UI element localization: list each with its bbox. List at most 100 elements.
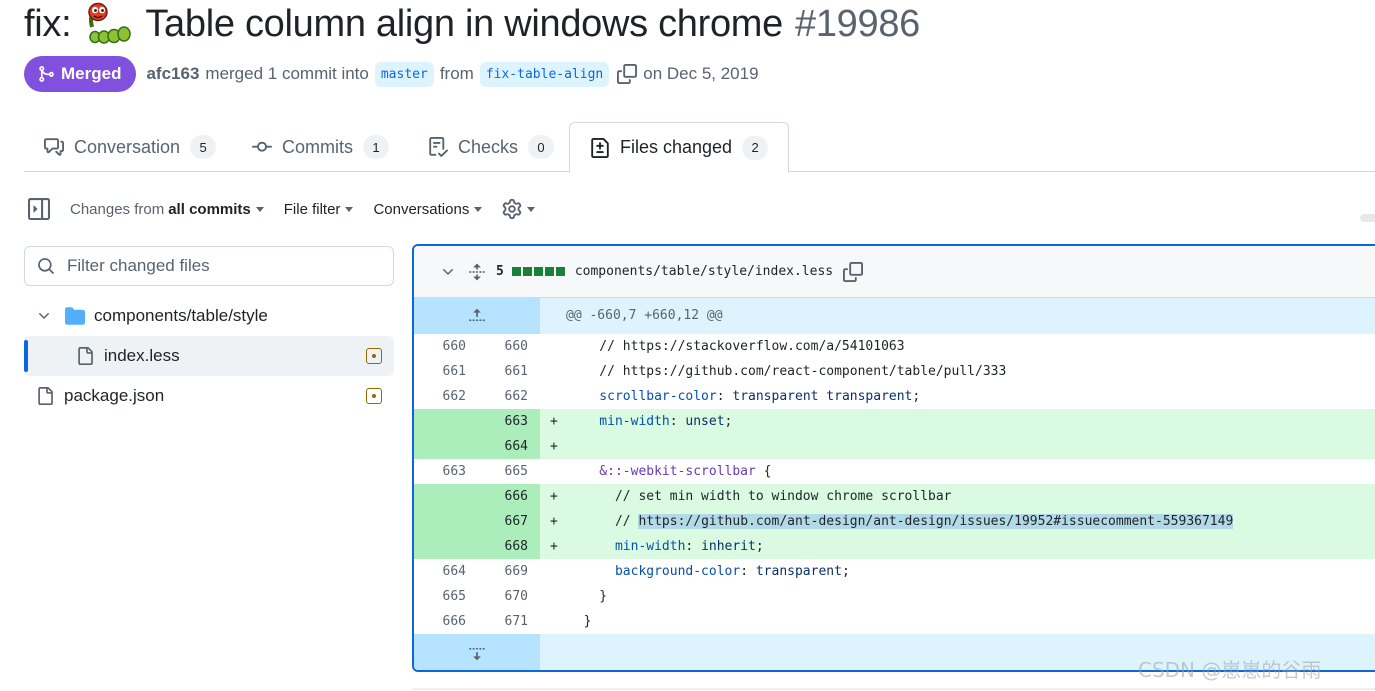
code-text: &::-webkit-scrollbar { <box>568 464 772 479</box>
diff-stat-blocks <box>511 267 567 276</box>
horizontal-scrollbar[interactable] <box>1360 214 1375 222</box>
new-line-number[interactable]: 665 <box>476 459 538 484</box>
new-line-number[interactable]: 670 <box>476 584 538 609</box>
code-text: // https://stackoverflow.com/a/54101063 <box>568 339 905 354</box>
copy-icon[interactable] <box>843 261 864 282</box>
conversations-label: Conversations <box>373 200 470 218</box>
watermark-text: CSDN @崽崽的谷雨 <box>1138 658 1322 682</box>
old-line-number[interactable]: 663 <box>414 459 476 484</box>
diff-line: 666 671 } <box>414 609 1375 634</box>
folder-icon <box>65 307 85 325</box>
conversations-dropdown[interactable]: Conversations <box>373 200 483 218</box>
new-line-number[interactable]: 664 <box>476 434 538 459</box>
tab-commits[interactable]: Commits 1 <box>252 122 389 172</box>
diff-line: 660 660 // https://stackoverflow.com/a/5… <box>414 334 1375 359</box>
author-link[interactable]: afc163 <box>146 64 199 84</box>
comment-discussion-icon <box>44 138 64 156</box>
head-branch-label[interactable]: fix-table-align <box>479 61 610 87</box>
new-line-number[interactable]: 663 <box>476 409 538 434</box>
tab-conversation-count: 5 <box>190 135 217 159</box>
new-line-number[interactable]: 666 <box>476 484 538 509</box>
file-modified-icon <box>366 348 382 364</box>
code-text: } <box>568 589 608 604</box>
selected-indicator <box>24 340 28 372</box>
old-line-number[interactable]: 660 <box>414 334 476 359</box>
fold-down-icon <box>469 647 485 661</box>
hunk-header-row: @@ -660,7 +660,12 @@ <box>414 298 1375 334</box>
file-icon <box>38 387 53 405</box>
changes-from-dropdown[interactable]: Changes from all commits <box>70 201 264 218</box>
gear-icon <box>503 199 522 219</box>
diff-line: 663 665 &::-webkit-scrollbar { <box>414 459 1375 484</box>
diff-line: 661 661 // https://github.com/react-comp… <box>414 359 1375 384</box>
code-text: // set min width to window chrome scroll… <box>568 489 952 504</box>
diff-settings-button[interactable] <box>502 199 536 219</box>
diff-line: 664 669 background-color: transparent; <box>414 559 1375 584</box>
tab-checks-label: Checks <box>458 136 519 157</box>
unfold-icon[interactable] <box>468 263 486 281</box>
diff-line-added: 663 + min-width: unset; <box>414 409 1375 434</box>
tab-checks[interactable]: Checks 0 <box>428 122 555 172</box>
pr-number: #19986 <box>795 2 921 45</box>
pr-title: fix: Table column align in windows chrom… <box>24 0 920 48</box>
search-icon <box>38 258 54 274</box>
toggle-file-tree-button[interactable] <box>28 198 50 220</box>
changes-from-label: Changes from <box>70 200 165 218</box>
code-text: background-color: transparent; <box>568 564 850 579</box>
copy-icon[interactable] <box>617 64 638 84</box>
diff-file-header: 5 components/table/style/index.less <box>414 246 1375 298</box>
hunk-header-text: @@ -660,7 +660,12 @@ <box>566 308 723 323</box>
tab-conversation[interactable]: Conversation 5 <box>44 122 217 172</box>
old-line-number[interactable]: 665 <box>414 584 476 609</box>
filter-files-field[interactable] <box>24 246 394 286</box>
tree-file-row[interactable]: index.less <box>24 336 394 376</box>
merged-status-label: Merged <box>61 64 122 83</box>
caret-down-icon <box>255 206 264 212</box>
new-line-number[interactable]: 660 <box>476 334 538 359</box>
filter-files-input[interactable] <box>67 256 367 276</box>
old-line-number[interactable]: 661 <box>414 359 476 384</box>
code-text: // https://github.com/react-component/ta… <box>568 364 1007 379</box>
new-line-number[interactable]: 671 <box>476 609 538 634</box>
tree-file-label: index.less <box>104 346 180 365</box>
new-line-number[interactable]: 668 <box>476 534 538 559</box>
caret-down-icon <box>474 206 483 212</box>
new-line-number[interactable]: 661 <box>476 359 538 384</box>
merge-action-text: merged 1 commit into <box>205 64 369 83</box>
diff-line-added: 664 + <box>414 434 1375 459</box>
caret-down-icon <box>527 206 536 212</box>
diff-sign: + <box>550 539 558 554</box>
diff-sign: + <box>550 439 558 454</box>
file-filter-dropdown[interactable]: File filter <box>284 201 354 218</box>
tree-file-row[interactable]: package.json <box>24 376 394 416</box>
file-icon <box>78 347 93 365</box>
diff-file-path[interactable]: components/table/style/index.less <box>575 264 833 279</box>
new-line-number[interactable]: 667 <box>476 509 538 534</box>
new-line-number[interactable]: 662 <box>476 384 538 409</box>
pr-tabs: Conversation 5 Commits 1 Checks 0 Files … <box>24 122 1375 173</box>
diff-line-added: 666 + // set min width to window chrome … <box>414 484 1375 509</box>
diff-stat-count: 5 <box>496 264 504 279</box>
expand-up-button[interactable] <box>414 298 540 334</box>
old-line-number[interactable]: 662 <box>414 384 476 409</box>
new-line-number[interactable]: 669 <box>476 559 538 584</box>
tab-files-changed[interactable]: Files changed 2 <box>569 122 790 173</box>
chevron-down-icon[interactable] <box>440 264 456 280</box>
tree-folder-row[interactable]: components/table/style <box>24 296 394 336</box>
diff-sign: + <box>550 514 558 529</box>
files-toolbar: Changes from all commits File filter Con… <box>28 194 555 224</box>
diff-line-added: 668 + min-width: inherit; <box>414 534 1375 559</box>
git-merge-icon <box>39 66 54 82</box>
git-commit-icon <box>252 141 272 152</box>
base-branch-label[interactable]: master <box>374 61 434 87</box>
code-text: scrollbar-color: transparent transparent… <box>568 389 921 404</box>
tab-files-changed-label: Files changed <box>620 137 733 157</box>
old-line-number[interactable]: 664 <box>414 559 476 584</box>
old-line-number[interactable]: 666 <box>414 609 476 634</box>
code-text: } <box>568 614 592 629</box>
pr-title-text: Table column align in windows chrome <box>145 2 783 45</box>
code-text: min-width: unset; <box>568 414 733 429</box>
pr-title-prefix: fix: <box>24 2 72 45</box>
code-text: min-width: inherit; <box>568 539 764 554</box>
expand-down-button[interactable] <box>414 634 540 670</box>
